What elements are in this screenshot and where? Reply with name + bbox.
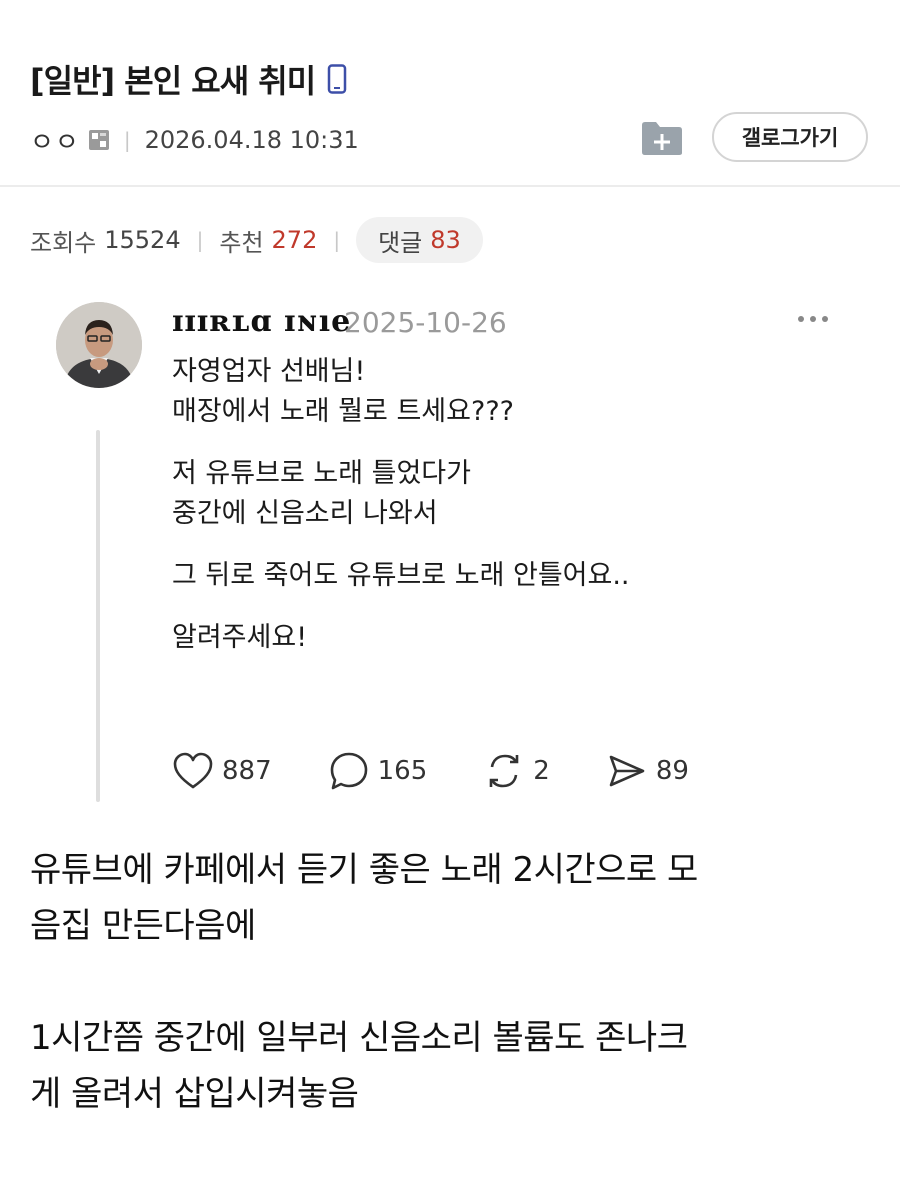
heart-icon: [173, 752, 213, 789]
phone-icon: [327, 64, 347, 94]
embed-actions: 887 165 2 89: [172, 748, 745, 794]
gallog-button[interactable]: 갤로그가기: [712, 112, 868, 162]
repost-count: 2: [533, 756, 550, 786]
body-line: 1시간쯤 중간에 일부러 신음소리 볼륨도 존나크: [30, 1018, 688, 1058]
comment-bubble-icon: [330, 752, 367, 790]
embed-paragraph: 저 유튜브로 노래 틀었다가 중간에 신음소리 나와서: [172, 454, 852, 534]
add-icon: [642, 122, 682, 155]
comments-label: 댓글: [378, 228, 423, 257]
embed-line: 매장에서 노래 뭘로 트세요???: [172, 396, 514, 427]
more-icon[interactable]: [798, 316, 828, 322]
share-icon: [609, 755, 645, 787]
body-line: 게 올려서 삽입시켜놓음: [30, 1074, 359, 1114]
reply-count: 165: [377, 756, 428, 786]
embed-date: 2025-10-26: [344, 306, 507, 339]
embed-line: 저 유튜브로 노래 틀었다가: [172, 458, 471, 489]
views-label: 조회수: [30, 228, 97, 257]
embedded-post: ɪɪɪʀʟɑ ɪɴıe 2025-10-26 자영업자 선배님! 매장에서 노래…: [0, 290, 900, 820]
repost-button[interactable]: 2: [483, 751, 550, 791]
comments-count: 83: [430, 226, 461, 254]
body-line: 유튜브에 카페에서 듣기 좋은 노래 2시간으로 모: [30, 850, 698, 890]
embed-line: 알려주세요!: [172, 622, 308, 653]
stats-separator: |: [196, 228, 204, 252]
recommend-count: 272: [271, 226, 318, 254]
like-count: 887: [222, 756, 272, 786]
post-title: [일반] 본인 요새 취미: [30, 62, 316, 100]
add-button[interactable]: [640, 118, 684, 158]
reply-button[interactable]: 165: [328, 751, 428, 791]
body-line: 음집 만든다음에: [30, 906, 256, 946]
comments-button[interactable]: 댓글 83: [356, 217, 483, 263]
post-title-row: [일반] 본인 요새 취미: [30, 56, 347, 102]
post-meta: ㅇㅇ | 2026.04.18 10:31: [30, 118, 359, 162]
repost-icon: [489, 754, 519, 788]
share-count: 89: [655, 756, 689, 786]
embed-line: 중간에 신음소리 나와서: [172, 498, 438, 529]
avatar[interactable]: [56, 302, 142, 388]
body-paragraph: 유튜브에 카페에서 듣기 좋은 노래 2시간으로 모 음집 만든다음에: [30, 842, 880, 954]
post-body: 유튜브에 카페에서 듣기 좋은 노래 2시간으로 모 음집 만든다음에 1시간쯤…: [30, 842, 880, 1178]
embed-body: 자영업자 선배님! 매장에서 노래 뭘로 트세요??? 저 유튜브로 노래 틀었…: [172, 352, 852, 680]
embed-line: 그 뒤로 죽어도 유튜브로 노래 안틀어요..: [172, 560, 630, 591]
author-name[interactable]: ㅇㅇ: [30, 122, 80, 159]
stats-separator: |: [333, 228, 341, 252]
embed-username[interactable]: ɪɪɪʀʟɑ ɪɴıe: [172, 304, 351, 339]
gallery-badge-icon: [88, 129, 110, 151]
post-stats: 조회수 15524 | 추천 272 | 댓글 83: [30, 216, 483, 264]
like-button[interactable]: 887: [172, 752, 272, 790]
post-header: [일반] 본인 요새 취미 ㅇㅇ | 2026.04.18 10:31 갤로그가…: [0, 0, 900, 186]
embed-paragraph: 자영업자 선배님! 매장에서 노래 뭘로 트세요???: [172, 352, 852, 432]
post-date: 2026.04.18 10:31: [144, 126, 359, 154]
body-paragraph: 1시간쯤 중간에 일부러 신음소리 볼륨도 존나크 게 올려서 삽입시켜놓음: [30, 1010, 880, 1122]
views-count: 15524: [104, 226, 181, 254]
embed-paragraph: 그 뒤로 죽어도 유튜브로 노래 안틀어요..: [172, 556, 852, 596]
header-divider: [0, 185, 900, 187]
embed-line: 자영업자 선배님!: [172, 356, 366, 387]
thread-line: [96, 430, 100, 802]
meta-separator: |: [123, 128, 131, 152]
recommend-label: 추천: [219, 228, 264, 257]
share-button[interactable]: 89: [606, 751, 689, 791]
embed-paragraph: 알려주세요!: [172, 618, 852, 658]
